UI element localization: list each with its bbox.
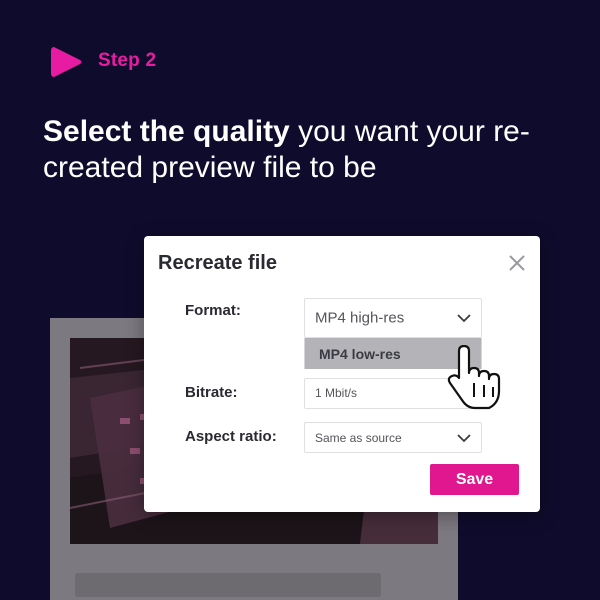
chevron-down-icon: [457, 314, 471, 323]
format-option-label: MP4 low-res: [319, 345, 401, 362]
headline: Select the quality you want your re-crea…: [43, 114, 563, 186]
format-label: Format:: [185, 302, 241, 319]
format-select[interactable]: MP4 high-res: [304, 298, 482, 338]
aspect-ratio-label: Aspect ratio:: [185, 428, 277, 445]
hand-pointer-icon: [447, 345, 501, 410]
step-label: Step 2: [98, 50, 157, 71]
format-select-value: MP4 high-res: [315, 309, 405, 327]
save-button[interactable]: Save: [430, 464, 519, 495]
background-progress-bar: [75, 573, 381, 597]
bitrate-label: Bitrate:: [185, 384, 238, 401]
chevron-down-icon: [457, 433, 471, 442]
close-icon[interactable]: [506, 252, 528, 274]
aspect-ratio-value: Same as source: [315, 430, 402, 445]
headline-bold: Select the quality: [43, 115, 290, 148]
play-icon: [51, 47, 82, 77]
aspect-ratio-select[interactable]: Same as source: [304, 422, 482, 453]
dialog-title: Recreate file: [158, 252, 277, 274]
